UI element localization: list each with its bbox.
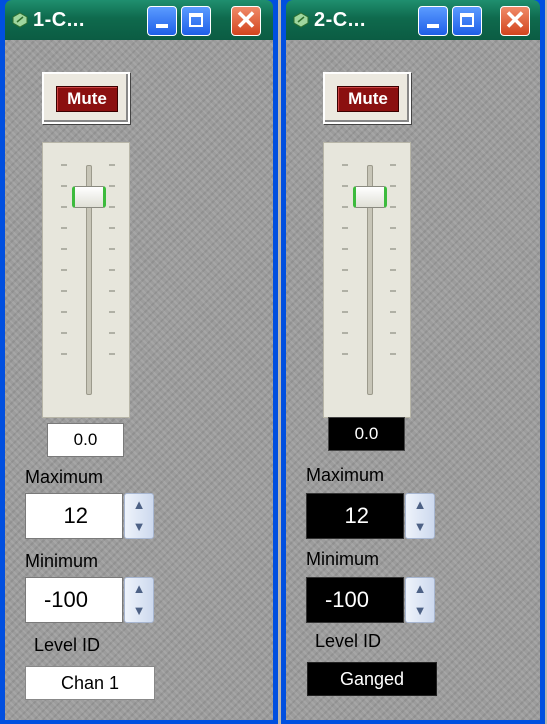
minimize-button[interactable] <box>418 6 448 36</box>
window-app-icon <box>293 12 309 28</box>
spin-down-icon[interactable]: ▼ <box>406 516 434 538</box>
mute-button-label: Mute <box>56 86 118 112</box>
minimize-icon <box>427 24 439 28</box>
window-title: 2-C... <box>314 9 366 31</box>
spin-down-icon[interactable]: ▼ <box>406 600 434 622</box>
title-bar[interactable]: 1-C... ✕ <box>5 0 273 40</box>
minimum-label: Minimum <box>25 551 99 571</box>
mute-button[interactable]: Mute <box>42 72 130 124</box>
mute-button[interactable]: Mute <box>323 72 411 124</box>
level-id-label: Level ID <box>34 635 101 655</box>
maximize-icon <box>460 13 474 27</box>
spin-up-icon[interactable]: ▲ <box>125 494 153 516</box>
maximum-spinner[interactable]: ▲ ▼ <box>405 493 435 539</box>
level-fader[interactable] <box>323 142 411 418</box>
channel-window-2: 2-C... ✕ Mute 0.0 Maximum 12 ▲ ▼ Minimum… <box>281 0 545 724</box>
minimize-icon <box>156 24 168 28</box>
minimize-button[interactable] <box>147 6 177 36</box>
maximum-value: 12 <box>63 503 88 528</box>
fader-scale-left <box>61 164 67 355</box>
window-title: 1-C... <box>33 9 85 31</box>
maximize-icon <box>189 13 203 27</box>
fader-value-display: 0.0 <box>328 417 405 451</box>
minimum-value: -100 <box>324 587 369 612</box>
control-panel: Mute 0.0 Maximum 12 ▲ ▼ Minimum -100 ▲ ▼… <box>5 40 273 720</box>
close-button[interactable]: ✕ <box>231 5 261 36</box>
maximize-button[interactable] <box>452 6 482 36</box>
minimum-spinner[interactable]: ▲ ▼ <box>405 577 435 623</box>
maximum-value: 12 <box>344 503 369 528</box>
fader-scale-right <box>390 164 396 355</box>
fader-scale-right <box>109 164 115 355</box>
fader-thumb[interactable] <box>353 186 387 208</box>
level-fader[interactable] <box>42 142 130 418</box>
close-button[interactable]: ✕ <box>500 5 530 36</box>
channel-window-1: 1-C... ✕ Mute 0.0 Maximum 12 ▲ ▼ Minimum… <box>0 0 278 724</box>
close-icon: ✕ <box>235 5 257 35</box>
minimum-spinner[interactable]: ▲ ▼ <box>124 577 154 623</box>
maximize-button[interactable] <box>181 6 211 36</box>
mute-button-label: Mute <box>337 86 399 112</box>
spin-up-icon[interactable]: ▲ <box>406 578 434 600</box>
level-id-field[interactable]: Chan 1 <box>25 666 155 700</box>
fader-value-display: 0.0 <box>47 423 124 457</box>
spin-up-icon[interactable]: ▲ <box>125 578 153 600</box>
spin-down-icon[interactable]: ▼ <box>125 516 153 538</box>
maximum-label: Maximum <box>25 467 104 487</box>
maximum-spinner[interactable]: ▲ ▼ <box>124 493 154 539</box>
spin-up-icon[interactable]: ▲ <box>406 494 434 516</box>
maximum-label: Maximum <box>306 465 385 485</box>
close-icon: ✕ <box>504 5 526 35</box>
window-app-icon <box>12 12 28 28</box>
fader-thumb[interactable] <box>72 186 106 208</box>
control-panel: Mute 0.0 Maximum 12 ▲ ▼ Minimum -100 ▲ ▼… <box>286 40 540 720</box>
level-id-field[interactable]: Ganged <box>307 662 437 696</box>
title-bar[interactable]: 2-C... ✕ <box>286 0 540 40</box>
minimum-value: -100 <box>43 587 88 612</box>
minimum-input[interactable]: -100 ▲ ▼ <box>25 577 154 623</box>
spin-down-icon[interactable]: ▼ <box>125 600 153 622</box>
fader-scale-left <box>342 164 348 355</box>
minimum-label: Minimum <box>306 549 380 569</box>
level-id-label: Level ID <box>315 631 382 651</box>
maximum-input[interactable]: 12 ▲ ▼ <box>25 493 154 539</box>
maximum-input[interactable]: 12 ▲ ▼ <box>306 493 435 539</box>
minimum-input[interactable]: -100 ▲ ▼ <box>306 577 435 623</box>
